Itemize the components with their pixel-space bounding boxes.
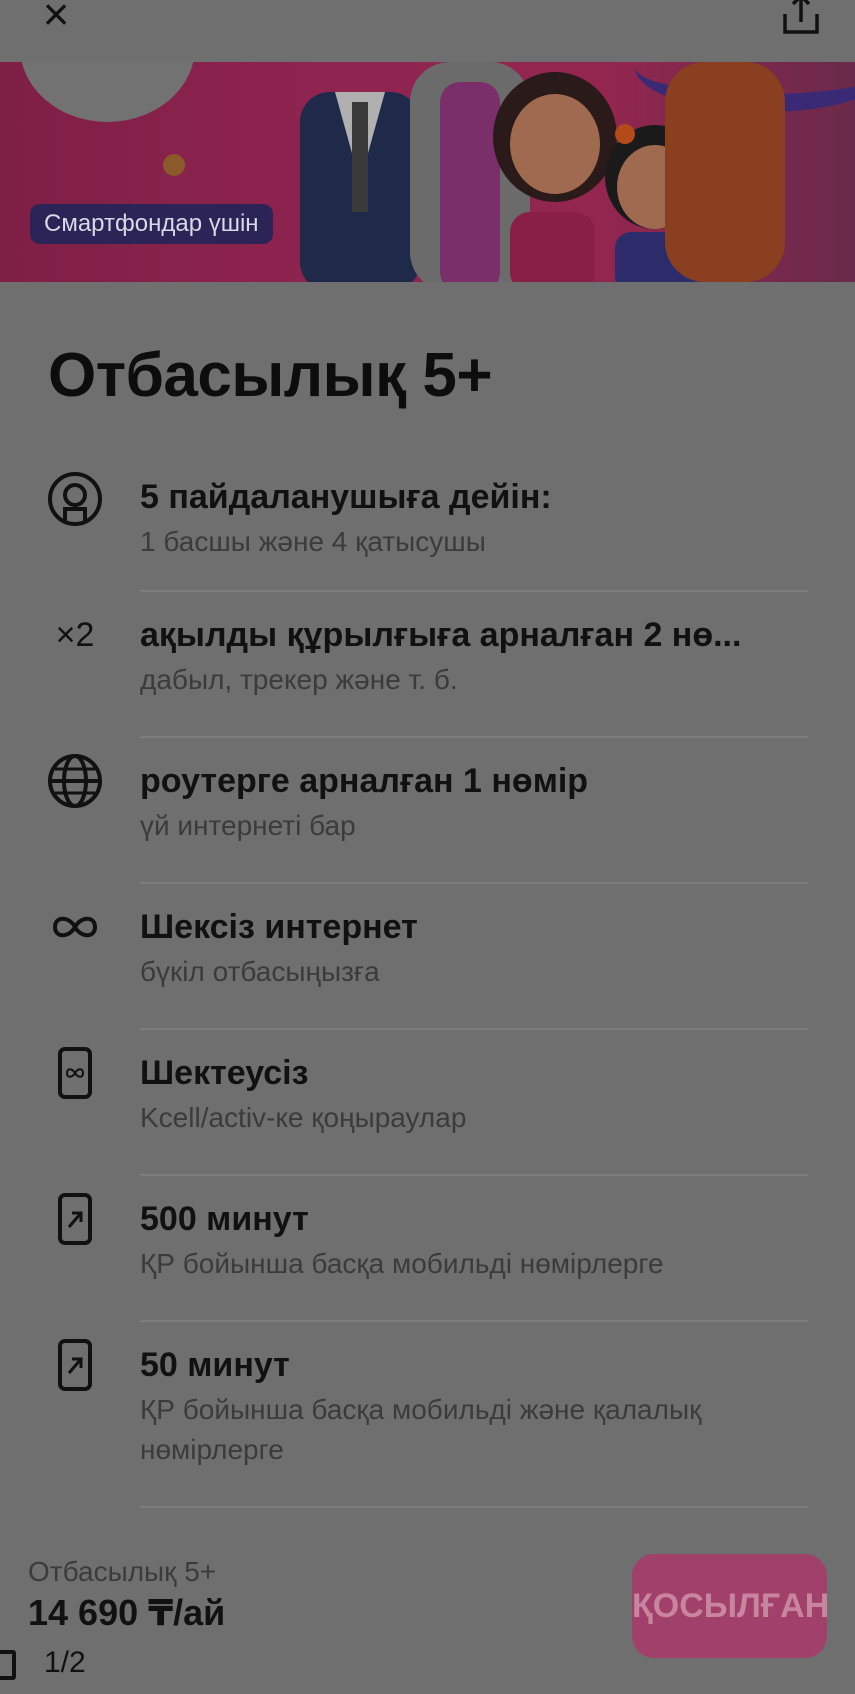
- divider: [140, 882, 808, 884]
- feature-subtitle: Kcell/activ-ке қоңыраулар: [140, 1102, 467, 1133]
- feature-subtitle: бүкіл отбасыңызға: [140, 956, 380, 987]
- infinity-icon: [46, 898, 104, 956]
- feature-subtitle: 1 басшы және 4 қатысушы: [140, 526, 486, 557]
- hero-banner: Смартфондар үшін: [0, 62, 855, 282]
- user-circle-icon: [46, 470, 104, 528]
- divider: [140, 1174, 808, 1176]
- top-bar: ×: [0, 0, 855, 62]
- share-icon[interactable]: [781, 0, 821, 36]
- feature-subtitle: дабыл, трекер және т. б.: [140, 664, 458, 695]
- feature-subtitle: ҚР бойынша басқа мобильді және қалалық н…: [140, 1394, 702, 1465]
- feature-title: ақылды құрылғыға арналған 2 нө...: [140, 616, 742, 654]
- x2-multiplier-icon: ×2: [55, 615, 95, 654]
- feature-title: роутерге арналған 1 нөмір: [140, 762, 589, 800]
- phone-infinity-icon: [46, 1044, 104, 1102]
- feature-title: Шексіз интернет: [140, 908, 418, 946]
- globe-icon: [46, 752, 104, 810]
- connect-button[interactable]: ҚОСЫЛҒАН: [632, 1554, 829, 1658]
- footer-plan-name: Отбасылық 5+: [28, 1556, 217, 1587]
- divider: [140, 1028, 808, 1030]
- page-count: 1/2: [44, 1646, 86, 1679]
- feature-title: 500 минут: [140, 1200, 309, 1238]
- divider: [140, 736, 808, 738]
- feature-title: 50 минут: [140, 1346, 290, 1384]
- divider: [140, 1320, 808, 1322]
- phone-outgoing-icon: [46, 1336, 104, 1394]
- family-illustration: [300, 62, 785, 282]
- divider: [140, 590, 808, 592]
- hero-badge: Смартфондар үшін: [30, 204, 273, 244]
- divider: [140, 1506, 808, 1508]
- page-indicator: 1/2: [0, 1640, 140, 1688]
- close-icon[interactable]: ×: [36, 0, 76, 37]
- feature-subtitle: үй интернеті бар: [140, 810, 356, 841]
- plan-title: Отбасылық 5+: [48, 341, 493, 410]
- page-icon: [0, 1650, 16, 1680]
- phone-outgoing-icon: [46, 1190, 104, 1248]
- feature-subtitle: ҚР бойынша басқа мобильді нөмірлерге: [140, 1248, 664, 1279]
- feature-title: Шектеусіз: [140, 1054, 309, 1092]
- feature-title: 5 пайдаланушыға дейін:: [140, 478, 552, 516]
- footer-price: 14 690 ₸/ай: [28, 1592, 226, 1633]
